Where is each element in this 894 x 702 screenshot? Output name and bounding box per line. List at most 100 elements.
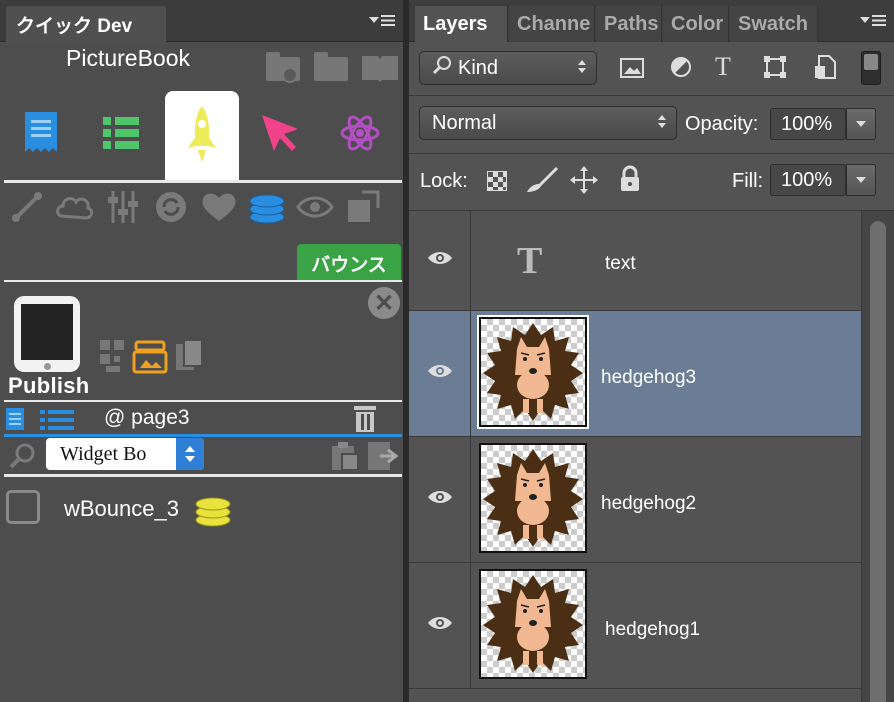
panel-menu-icon[interactable] bbox=[856, 10, 886, 30]
publish-label[interactable]: Publish bbox=[8, 373, 90, 399]
atom-icon bbox=[338, 111, 382, 160]
eye-icon bbox=[427, 488, 453, 511]
widget-row: Widget Bo bbox=[4, 438, 402, 474]
divider bbox=[4, 280, 402, 282]
divider bbox=[4, 434, 402, 437]
image-filter-icon[interactable] bbox=[619, 56, 645, 85]
lock-transparent-pixels-icon[interactable] bbox=[487, 171, 507, 191]
book-icon[interactable] bbox=[358, 48, 402, 84]
tab-pointer[interactable] bbox=[245, 90, 315, 180]
widget-item-label: wBounce_3 bbox=[64, 496, 179, 521]
layer-visibility-toggle[interactable] bbox=[409, 211, 471, 310]
hedgehog-thumbnail bbox=[479, 569, 587, 679]
app-title: PictureBook bbox=[66, 45, 191, 71]
image-stack-icon[interactable] bbox=[132, 338, 168, 379]
heart-icon[interactable] bbox=[200, 188, 238, 226]
eye-icon bbox=[427, 249, 453, 272]
bounce-button[interactable]: バウンス bbox=[297, 244, 401, 282]
coins-icon[interactable] bbox=[248, 188, 286, 226]
filter-kind-select[interactable]: Kind bbox=[419, 51, 597, 85]
fill-label: Fill: bbox=[732, 170, 764, 192]
blend-mode-value: Normal bbox=[432, 111, 497, 134]
opacity-input[interactable]: 100% bbox=[770, 108, 846, 140]
line-icon[interactable] bbox=[8, 188, 46, 226]
main-tabs bbox=[0, 90, 403, 182]
type-filter-icon[interactable]: T bbox=[715, 52, 731, 82]
rocket-icon bbox=[184, 104, 220, 169]
list-icon bbox=[101, 115, 141, 156]
page-icon[interactable] bbox=[4, 406, 26, 437]
export-icon[interactable] bbox=[366, 440, 400, 477]
tab-receipt[interactable] bbox=[6, 90, 76, 180]
select-arrows-icon bbox=[578, 60, 586, 73]
layer-visibility-toggle[interactable] bbox=[409, 311, 471, 436]
layers-tabbar: Layers Channe Paths Color Swatch bbox=[409, 0, 894, 42]
hedgehog-thumbnail bbox=[479, 443, 587, 553]
top-toolbar bbox=[262, 48, 402, 84]
fill-dropdown-button[interactable] bbox=[846, 164, 876, 196]
layer-visibility-toggle[interactable] bbox=[409, 563, 471, 688]
layers-scrollbar[interactable] bbox=[861, 211, 894, 702]
sliders-icon[interactable] bbox=[104, 188, 142, 226]
tab-paths[interactable]: Paths bbox=[596, 6, 662, 42]
divider bbox=[4, 474, 402, 477]
smart-object-filter-icon[interactable] bbox=[813, 54, 837, 85]
layer-row-hedgehog1[interactable]: hedgehog1 bbox=[409, 563, 861, 689]
tab-atom[interactable] bbox=[325, 90, 395, 180]
tab-swatches[interactable]: Swatch bbox=[730, 6, 818, 42]
trash-icon[interactable] bbox=[352, 404, 378, 434]
adjustment-filter-icon[interactable] bbox=[669, 55, 693, 84]
opacity-label: Opacity: bbox=[685, 113, 759, 135]
hedgehog-thumbnail bbox=[477, 315, 589, 429]
scrollbar-thumb[interactable] bbox=[870, 221, 886, 702]
pointer-icon bbox=[258, 111, 302, 160]
tab-rocket[interactable] bbox=[165, 91, 239, 182]
lock-position-icon[interactable] bbox=[570, 166, 598, 199]
layer-visibility-toggle[interactable] bbox=[409, 437, 471, 562]
folder-download-icon[interactable] bbox=[262, 48, 306, 84]
tab-color[interactable]: Color bbox=[663, 6, 729, 42]
list-view-icon[interactable] bbox=[38, 408, 76, 437]
quick-dev-tab[interactable]: クイック Dev bbox=[6, 6, 166, 42]
widget-select[interactable]: Widget Bo bbox=[46, 438, 204, 470]
cloud-icon[interactable] bbox=[56, 188, 94, 226]
qr-icon[interactable] bbox=[98, 338, 126, 379]
eye-icon bbox=[427, 614, 453, 637]
shape-filter-icon[interactable] bbox=[763, 55, 787, 84]
page-row: @ page3 bbox=[4, 402, 402, 436]
folder-open-icon[interactable] bbox=[310, 48, 354, 84]
tablet-icon[interactable] bbox=[14, 296, 80, 372]
layer-row-hedgehog2[interactable]: hedgehog2 bbox=[409, 437, 861, 563]
lock-all-icon[interactable] bbox=[619, 165, 641, 198]
divider bbox=[409, 95, 894, 96]
chevron-down-icon bbox=[856, 177, 866, 183]
filter-toggle-switch[interactable] bbox=[861, 51, 881, 85]
close-icon[interactable]: ✕ bbox=[368, 287, 400, 319]
tab-channels[interactable]: Channe bbox=[509, 6, 595, 42]
select-arrows-icon bbox=[176, 438, 204, 470]
lock-image-pixels-icon[interactable] bbox=[525, 166, 561, 199]
eye-icon bbox=[427, 362, 453, 385]
layer-name: text bbox=[605, 253, 636, 274]
opacity-dropdown-button[interactable] bbox=[846, 108, 876, 140]
blend-mode-select[interactable]: Normal bbox=[419, 106, 677, 140]
chevron-down-icon bbox=[856, 121, 866, 127]
tab-layers[interactable]: Layers bbox=[415, 6, 508, 42]
fill-input[interactable]: 100% bbox=[770, 164, 846, 196]
resize-icon[interactable] bbox=[344, 188, 382, 226]
layers-list: T text hedgehog3 hedgehog2 hedgehog1 bbox=[409, 211, 861, 702]
copy-icon[interactable] bbox=[174, 338, 204, 379]
eye-icon[interactable] bbox=[296, 188, 334, 226]
refresh-icon[interactable] bbox=[152, 188, 190, 226]
panel-menu-icon[interactable] bbox=[365, 10, 395, 30]
search-icon[interactable] bbox=[8, 442, 38, 475]
tab-list[interactable] bbox=[86, 90, 156, 180]
widget-list-item[interactable]: wBounce_3 bbox=[6, 490, 396, 530]
tools-row bbox=[8, 186, 382, 228]
widget-checkbox[interactable] bbox=[6, 490, 40, 524]
layer-row-hedgehog3[interactable]: hedgehog3 bbox=[409, 311, 861, 437]
type-layer-icon: T bbox=[517, 240, 543, 282]
receipt-icon bbox=[21, 110, 61, 161]
paste-icon[interactable] bbox=[330, 440, 360, 477]
layer-row-text[interactable]: T text bbox=[409, 211, 861, 311]
